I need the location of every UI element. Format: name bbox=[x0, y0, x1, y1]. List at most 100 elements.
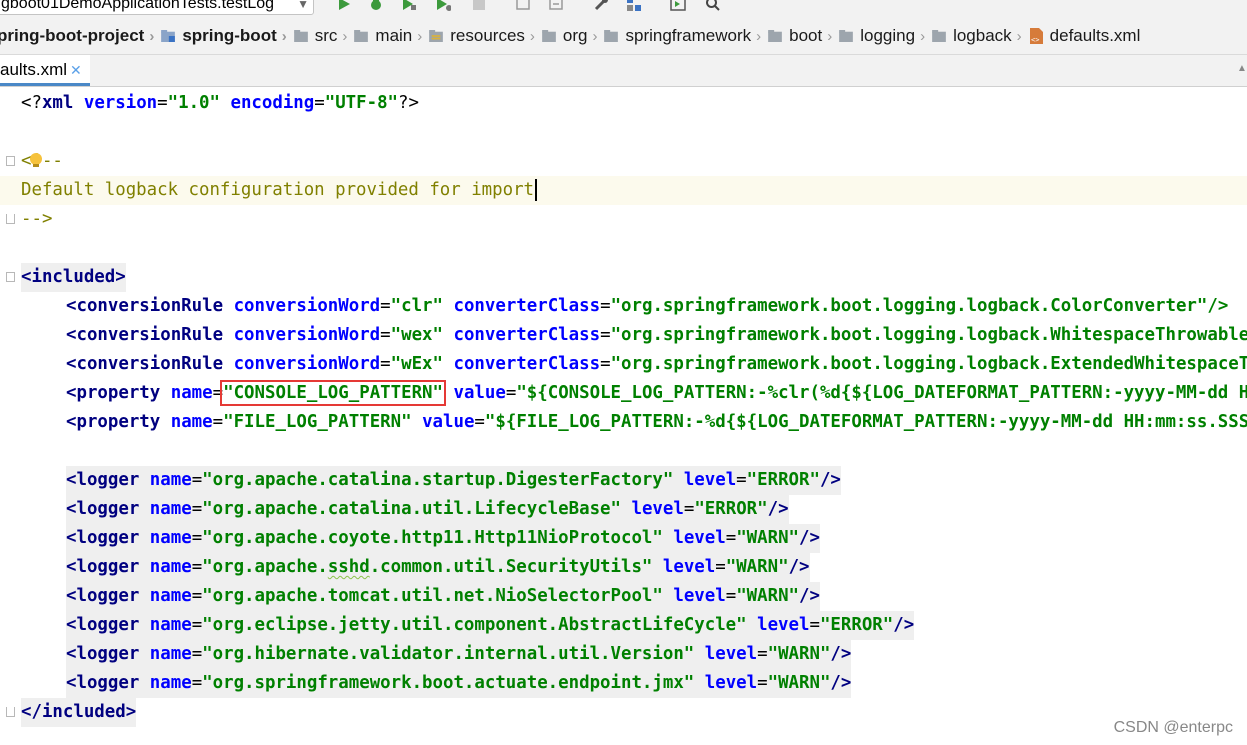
attr-name: level bbox=[662, 557, 716, 577]
run-configuration-selector[interactable]: gboot01DemoApplicationTests.testLog ▼ bbox=[0, 0, 314, 15]
typo-underlined-word: sshd bbox=[327, 557, 370, 577]
chevron-right-icon: › bbox=[827, 27, 833, 45]
breadcrumb-project[interactable]: pring-boot-project › bbox=[0, 26, 160, 46]
tag-name: logger bbox=[76, 470, 140, 490]
attr-name: level bbox=[673, 586, 726, 606]
tag-name: conversionRule bbox=[76, 325, 224, 345]
breadcrumb-logging[interactable]: logging › bbox=[838, 26, 931, 46]
attr-name: level bbox=[673, 528, 726, 548]
code-line: <property name="CONSOLE_LOG_PATTERN" val… bbox=[0, 379, 1247, 408]
attr-name: converterClass bbox=[453, 354, 601, 374]
watermark: CSDN @enterpc bbox=[1113, 719, 1233, 736]
structure-icon[interactable] bbox=[626, 0, 642, 12]
folder-icon bbox=[354, 30, 369, 42]
tag-included-close: included bbox=[41, 702, 126, 722]
fold-toggle[interactable] bbox=[6, 707, 15, 717]
attr-value: "org.springframework.boot.actuate.endpoi… bbox=[202, 673, 695, 693]
attr-value: "org.apache.catalina.startup.DigesterFac… bbox=[202, 470, 674, 490]
breadcrumb-logback[interactable]: logback › bbox=[931, 26, 1028, 46]
code-line: <property name="FILE_LOG_PATTERN" value=… bbox=[0, 408, 1247, 437]
chevron-right-icon: › bbox=[529, 27, 535, 45]
tag-name: property bbox=[76, 412, 161, 432]
attr-value: "${CONSOLE_LOG_PATTERN:-%clr(%d{${LOG_DA… bbox=[516, 383, 1247, 403]
profile-icon[interactable] bbox=[435, 0, 451, 12]
stop-icon[interactable] bbox=[471, 0, 487, 12]
attr-name: name bbox=[149, 528, 192, 548]
attr-value: "WARN" bbox=[725, 557, 789, 577]
breadcrumb-main[interactable]: main › bbox=[353, 26, 428, 46]
chevron-right-icon: › bbox=[342, 27, 348, 45]
code-line: <logger name="org.apache.sshd.common.uti… bbox=[0, 553, 1247, 582]
lightbulb-icon[interactable] bbox=[30, 153, 42, 167]
tag-name: logger bbox=[76, 528, 140, 548]
editor-tab-bar: aults.xml ✕ bbox=[0, 55, 1247, 87]
breadcrumb-module[interactable]: spring-boot › bbox=[160, 26, 292, 46]
breadcrumb-resources[interactable]: resources › bbox=[428, 26, 541, 46]
chevron-right-icon: › bbox=[149, 27, 155, 45]
fold-toggle[interactable] bbox=[6, 214, 15, 224]
breadcrumb-org[interactable]: org › bbox=[541, 26, 604, 46]
breadcrumb-boot[interactable]: boot › bbox=[767, 26, 838, 46]
code-editor[interactable]: <?xml version="1.0" encoding="UTF-8"?> <… bbox=[0, 87, 1247, 745]
chevron-right-icon: › bbox=[756, 27, 762, 45]
attr-name: name bbox=[149, 615, 192, 635]
folder-icon bbox=[839, 30, 854, 42]
update-icon[interactable] bbox=[548, 0, 564, 12]
attr-value: .common.util.SecurityUtils" bbox=[369, 557, 653, 577]
attr-value: "1.0" bbox=[167, 93, 220, 113]
attr-name: level bbox=[683, 470, 737, 490]
scroll-up-icon[interactable]: ▲ bbox=[1237, 63, 1247, 83]
close-icon[interactable]: ✕ bbox=[70, 55, 82, 85]
breadcrumb-src[interactable]: src › bbox=[293, 26, 354, 46]
search-icon[interactable] bbox=[705, 0, 721, 12]
text-caret bbox=[535, 179, 538, 201]
attr-value: "org.eclipse.jetty.util.component.Abstra… bbox=[202, 615, 747, 635]
code-line: <logger name="org.hibernate.validator.in… bbox=[0, 640, 1247, 669]
tab-defaults-xml[interactable]: aults.xml ✕ bbox=[0, 55, 90, 86]
tag-included: included bbox=[31, 267, 116, 287]
tag-name: conversionRule bbox=[76, 354, 224, 374]
code-line: <conversionRule conversionWord="wEx" con… bbox=[0, 350, 1247, 379]
code-line: </included> bbox=[0, 698, 1247, 727]
code-line: <!-- bbox=[0, 147, 1247, 176]
debug-icon[interactable] bbox=[368, 0, 384, 12]
breadcrumb-file[interactable]: <> defaults.xml bbox=[1028, 26, 1141, 46]
attr-name: value bbox=[453, 383, 506, 403]
settings-icon[interactable] bbox=[593, 0, 609, 12]
attr-name: converterClass bbox=[453, 325, 601, 345]
attr-name: conversionWord bbox=[233, 325, 381, 345]
attr-value: "${FILE_LOG_PATTERN:-%d{${LOG_DATEFORMAT… bbox=[484, 412, 1247, 432]
code-line: <logger name="org.springframework.boot.a… bbox=[0, 669, 1247, 698]
fold-toggle[interactable] bbox=[6, 156, 15, 166]
tag-name: logger bbox=[76, 615, 140, 635]
code-line: <logger name="org.apache.catalina.startu… bbox=[0, 466, 1247, 495]
xml-file-icon: <> bbox=[1029, 28, 1043, 44]
breadcrumb-label: logback bbox=[953, 26, 1012, 45]
attr-value: "UTF-8" bbox=[324, 93, 399, 113]
breadcrumb-label: spring-boot bbox=[182, 26, 277, 45]
breadcrumb-label: resources bbox=[450, 26, 525, 45]
attr-value: "wex" bbox=[390, 325, 443, 345]
fold-toggle[interactable] bbox=[6, 272, 15, 282]
tag-name: conversionRule bbox=[76, 296, 224, 316]
coverage-icon[interactable] bbox=[401, 0, 417, 12]
run-icon[interactable] bbox=[336, 0, 352, 12]
chevron-right-icon: › bbox=[417, 27, 423, 45]
code-line-current: Default logback configuration provided f… bbox=[0, 176, 1247, 205]
build-icon[interactable] bbox=[515, 0, 531, 12]
svg-text:<>: <> bbox=[1031, 36, 1039, 44]
breadcrumb: pring-boot-project › spring-boot › src ›… bbox=[0, 18, 1247, 55]
breadcrumb-label: defaults.xml bbox=[1049, 26, 1141, 45]
attr-value: "ERROR" bbox=[819, 615, 894, 635]
breadcrumb-springframework[interactable]: springframework › bbox=[603, 26, 767, 46]
terminal-icon[interactable] bbox=[670, 0, 686, 12]
chevron-right-icon: › bbox=[1016, 27, 1022, 45]
attr-name: level bbox=[631, 499, 684, 519]
attr-value: "org.apache.coyote.http11.Http11NioProto… bbox=[202, 528, 663, 548]
attr-name: name bbox=[149, 499, 192, 519]
attr-name: name bbox=[170, 383, 213, 403]
attr-name: value bbox=[422, 412, 475, 432]
code-line: <included> bbox=[0, 263, 1247, 292]
folder-icon bbox=[604, 30, 619, 42]
attr-name: name bbox=[170, 412, 213, 432]
